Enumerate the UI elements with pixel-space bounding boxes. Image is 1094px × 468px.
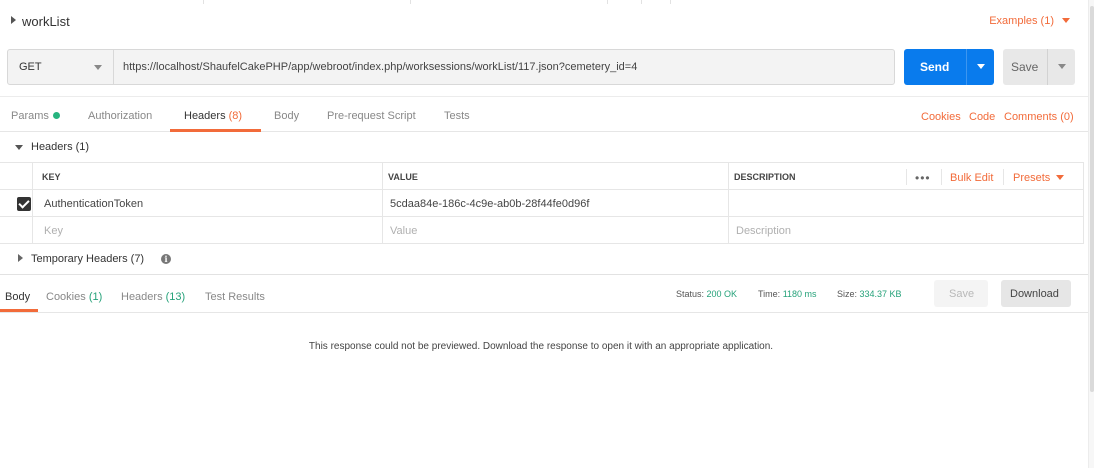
size-value: 334.37 KB xyxy=(859,289,902,299)
response-panel: Body Cookies (1) Headers (13) Test Resul… xyxy=(0,274,1088,468)
request-tabs: Params Authorization Headers (8) Body Pr… xyxy=(0,96,1088,132)
code-link[interactable]: Code xyxy=(969,111,995,123)
send-button-label: Send xyxy=(920,60,950,74)
table-header-row: KEY VALUE DESCRIPTION ••• Bulk Edit Pres… xyxy=(0,162,1084,190)
response-preview-message: This response could not be previewed. Do… xyxy=(308,341,774,352)
size-readout: Size: 334.37 KB xyxy=(837,289,902,299)
status-value: 200 OK xyxy=(706,289,738,299)
column-value: VALUE xyxy=(382,163,728,189)
headers-table: KEY VALUE DESCRIPTION ••• Bulk Edit Pres… xyxy=(0,162,1084,244)
save-button[interactable]: Save xyxy=(1003,49,1075,85)
method-label: GET xyxy=(19,61,42,73)
header-enabled-checkbox[interactable] xyxy=(17,197,31,211)
bulk-edit-link[interactable]: Bulk Edit xyxy=(950,172,993,184)
top-tab-strip xyxy=(0,0,1094,4)
tab-body[interactable]: Body xyxy=(274,110,299,122)
chevron-down-icon xyxy=(1056,175,1065,180)
caret-right-icon[interactable] xyxy=(18,254,23,262)
send-button[interactable]: Send xyxy=(904,49,994,85)
url-bar: GET https://localhost/ShaufelCakePHP/app… xyxy=(7,49,895,85)
scrollbar[interactable] xyxy=(1088,0,1094,468)
request-name[interactable]: workList xyxy=(22,14,70,29)
new-key-input[interactable]: Key xyxy=(44,225,63,237)
scrollbar-thumb[interactable] xyxy=(1090,6,1094,392)
save-response-button[interactable]: Save xyxy=(934,280,988,307)
tab-params[interactable]: Params xyxy=(11,110,60,122)
response-tab-headers[interactable]: Headers (13) xyxy=(121,291,185,303)
presets-dropdown[interactable]: Presets xyxy=(1013,172,1065,184)
table-row: Key Value Description xyxy=(0,217,1084,244)
response-tab-cookies[interactable]: Cookies (1) xyxy=(46,291,102,303)
request-title-row: workList Examples (1) xyxy=(0,6,1088,38)
response-tabs: Body Cookies (1) Headers (13) Test Resul… xyxy=(0,275,1088,313)
headers-section-title[interactable]: Headers (1) xyxy=(31,141,89,153)
status-dot-icon xyxy=(52,112,60,119)
new-description-input[interactable]: Description xyxy=(736,225,791,237)
examples-dropdown[interactable]: Examples (1) xyxy=(989,15,1070,27)
chevron-down-icon xyxy=(1058,64,1066,69)
more-options-icon[interactable]: ••• xyxy=(915,171,931,185)
caret-right-icon[interactable] xyxy=(11,16,16,24)
save-options-button[interactable] xyxy=(1047,49,1075,85)
status-readout: Status: 200 OK xyxy=(676,289,738,299)
time-value: 1180 ms xyxy=(782,289,817,299)
column-key: KEY xyxy=(32,163,382,189)
url-input[interactable]: https://localhost/ShaufelCakePHP/app/web… xyxy=(123,61,637,73)
save-button-label: Save xyxy=(1011,60,1039,74)
method-select[interactable]: GET xyxy=(8,50,114,84)
tab-headers[interactable]: Headers (8) xyxy=(184,110,242,122)
new-value-input[interactable]: Value xyxy=(390,225,417,237)
chevron-down-icon xyxy=(1062,18,1070,23)
tab-authorization[interactable]: Authorization xyxy=(88,110,152,122)
response-tab-test-results[interactable]: Test Results xyxy=(205,291,265,303)
time-readout: Time: 1180 ms xyxy=(758,289,817,299)
response-tab-body[interactable]: Body xyxy=(5,291,30,303)
header-value-cell[interactable]: 5cdaa84e-186c-4c9e-ab0b-28f44fe0d96f xyxy=(390,198,589,210)
chevron-down-icon xyxy=(977,64,985,69)
caret-down-icon[interactable] xyxy=(15,145,23,150)
active-tab-indicator xyxy=(170,129,261,132)
active-tab-indicator xyxy=(0,309,38,312)
table-row: AuthenticationToken 5cdaa84e-186c-4c9e-a… xyxy=(0,190,1084,217)
cookies-link[interactable]: Cookies xyxy=(921,111,961,123)
temporary-headers-title[interactable]: Temporary Headers (7) xyxy=(31,253,144,265)
comments-link[interactable]: Comments (0) xyxy=(1004,111,1074,123)
chevron-down-icon xyxy=(94,65,102,70)
tab-tests[interactable]: Tests xyxy=(444,110,470,122)
info-icon[interactable]: i xyxy=(161,254,171,264)
send-options-button[interactable] xyxy=(966,49,994,85)
download-button[interactable]: Download xyxy=(1001,280,1071,307)
header-key-cell[interactable]: AuthenticationToken xyxy=(44,198,143,210)
tab-pre-request-script[interactable]: Pre-request Script xyxy=(327,110,416,122)
